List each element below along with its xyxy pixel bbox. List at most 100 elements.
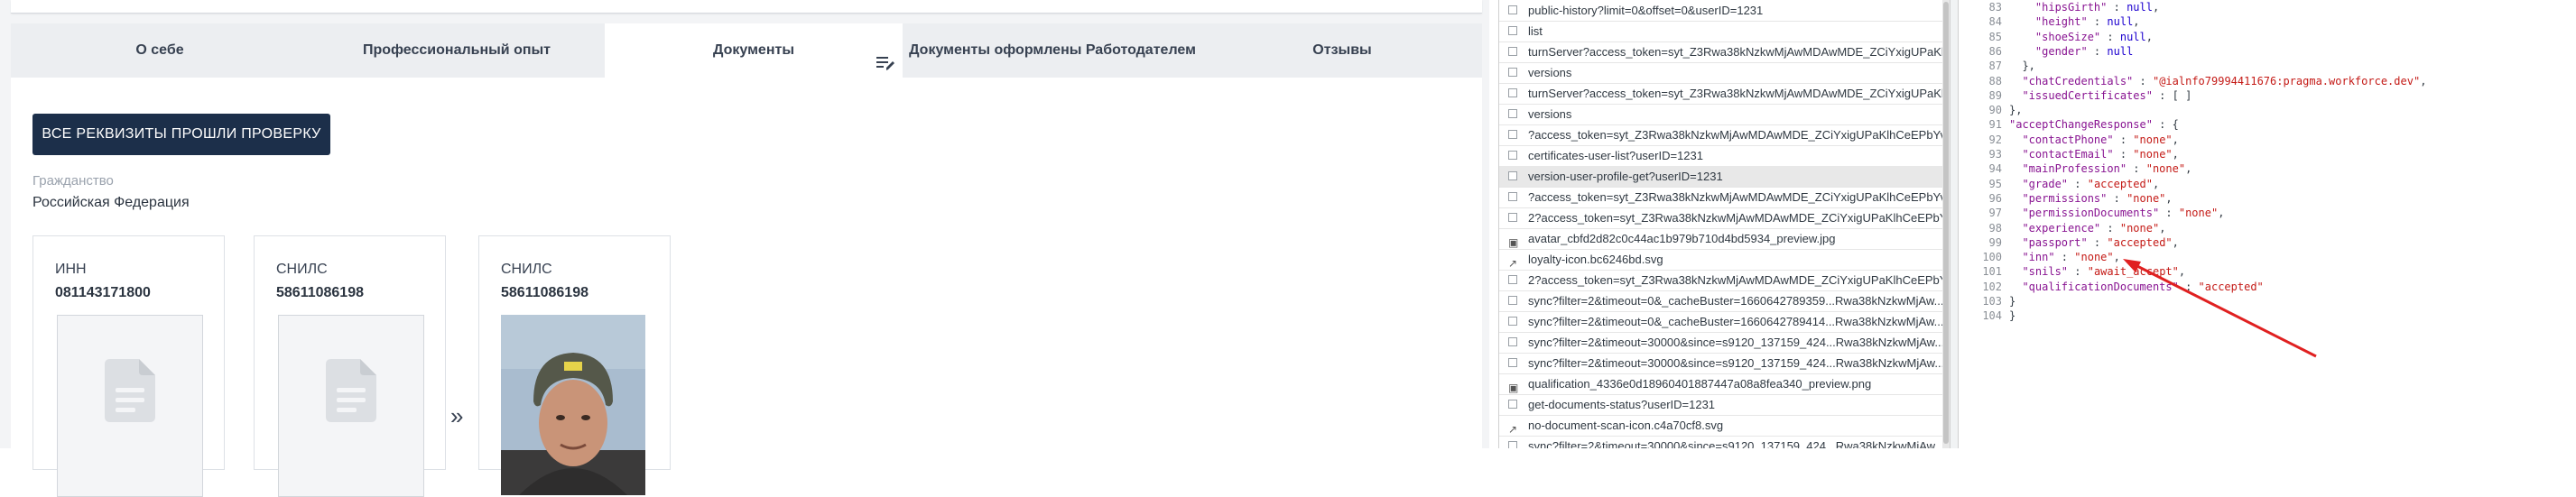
request-checkbox[interactable] [1508,5,1517,14]
request-name: ?access_token=syt_Z3Rwa38kNzkwMjAwMDAwMD… [1528,128,1951,142]
network-request-row[interactable]: sync?filter=2&timeout=0&_cacheBuster=166… [1499,311,1951,333]
line-number: 100 [1982,251,2002,264]
line-number: 91 [1988,118,2002,132]
request-name: versions [1528,66,1572,79]
request-name: sync?filter=2&timeout=30000&since=s9120_… [1528,439,1945,448]
request-checkbox[interactable] [1508,358,1517,367]
request-checkbox[interactable] [1508,26,1517,35]
network-request-row[interactable]: versions [1499,62,1951,84]
profile-tabs: О себе Профессиональный опыт Документы Д… [11,23,1482,78]
tab-reviews[interactable]: Отзывы [1202,23,1482,78]
request-checkbox[interactable] [1508,109,1517,118]
network-request-row[interactable]: ?access_token=syt_Z3Rwa38kNzkwMjAwMDAwMD… [1499,187,1951,208]
edit-list-icon[interactable] [876,41,895,70]
code-line: 93 "contactEmail" : "none", [1959,148,2576,161]
tab-about[interactable]: О себе [11,23,309,78]
network-request-row[interactable]: 2?access_token=syt_Z3Rwa38kNzkwMjAwMDAwM… [1499,270,1951,291]
tab-experience[interactable]: Профессиональный опыт [309,23,605,78]
code-line: 89 "issuedCertificates" : [ ] [1959,89,2576,103]
request-name: list [1528,24,1543,38]
line-number: 86 [1988,44,2002,58]
network-request-row[interactable]: list [1499,21,1951,42]
network-request-row[interactable]: get-documents-status?userID=1231 [1499,394,1951,416]
network-request-row[interactable]: 2?access_token=syt_Z3Rwa38kNzkwMjAwMDAwM… [1499,207,1951,229]
svg-file-icon: ↗ [1508,423,1518,436]
line-number: 90 [1988,104,2002,117]
network-request-row[interactable]: ?access_token=syt_Z3Rwa38kNzkwMjAwMDAwMD… [1499,124,1951,146]
request-checkbox[interactable] [1508,151,1517,160]
tab-employer-documents[interactable]: Документы оформлены Работодателем [903,23,1202,78]
code-line: 84 "height" : null, [1959,15,2576,29]
code-line: 102 "qualificationDocuments" : "accepted… [1959,281,2576,294]
network-request-row[interactable]: sync?filter=2&timeout=0&_cacheBuster=166… [1499,290,1951,312]
request-checkbox[interactable] [1508,400,1517,409]
network-request-row[interactable]: sync?filter=2&timeout=30000&since=s9120_… [1499,436,1951,448]
code-line: 94 "mainProfession" : "none", [1959,162,2576,176]
request-name: 2?access_token=syt_Z3Rwa38kNzkwMjAwMDAwM… [1528,211,1951,225]
request-checkbox[interactable] [1508,213,1517,222]
request-name: ?access_token=syt_Z3Rwa38kNzkwMjAwMDAwMD… [1528,190,1951,204]
request-checkbox[interactable] [1508,296,1517,305]
tab-documents[interactable]: Документы [605,23,903,78]
document-card-snils[interactable]: СНИЛС 58611086198 [254,235,446,497]
network-request-row[interactable]: sync?filter=2&timeout=30000&since=s9120_… [1499,332,1951,354]
line-number: 85 [1988,30,2002,43]
network-request-row[interactable]: sync?filter=2&timeout=30000&since=s9120_… [1499,353,1951,374]
request-checkbox[interactable] [1508,275,1517,284]
line-number: 95 [1988,177,2002,190]
network-request-row[interactable]: versions [1499,104,1951,125]
document-photo[interactable] [501,315,645,495]
line-number: 96 [1988,191,2002,205]
network-request-row[interactable]: turnServer?access_token=syt_Z3Rwa38kNzkw… [1499,83,1951,105]
image-file-icon: ▣ [1508,236,1519,249]
request-name: sync?filter=2&timeout=30000&since=s9120_… [1528,356,1945,370]
request-name: certificates-user-list?userID=1231 [1528,149,1703,162]
all-verified-button[interactable]: ВСЕ РЕКВИЗИТЫ ПРОШЛИ ПРОВЕРКУ [32,114,330,155]
request-checkbox[interactable] [1508,171,1517,180]
code-line: 95 "grade" : "accepted", [1959,178,2576,191]
code-line: 92 "contactPhone" : "none", [1959,133,2576,147]
network-request-row[interactable]: turnServer?access_token=syt_Z3Rwa38kNzkw… [1499,41,1951,63]
code-text: "hipsGirth" : null, [2034,1,2160,14]
code-text: "chatCredentials" : "@ialnfo79994411676:… [2022,74,2427,87]
line-number: 98 [1988,221,2002,235]
request-checkbox[interactable] [1508,88,1517,97]
network-request-row[interactable]: ↗ loyalty-icon.bc6246bd.svg [1499,249,1951,271]
code-text: "height" : null, [2034,15,2140,29]
code-text: } [2009,309,2016,323]
next-documents-arrow[interactable]: » [450,402,463,430]
tab-documents-label: Документы [713,42,794,58]
request-checkbox[interactable] [1508,68,1517,77]
request-name: get-documents-status?userID=1231 [1528,398,1716,411]
request-name: turnServer?access_token=syt_Z3Rwa38kNzkw… [1528,45,1951,59]
request-checkbox[interactable] [1508,337,1517,346]
code-text: "issuedCertificates" : [ ] [2022,88,2192,102]
network-request-row[interactable]: ▣ qualification_4336e0d18960401887447a08a… [1499,373,1951,395]
document-card-inn[interactable]: ИНН 081143171800 [32,235,225,497]
response-viewer: 83 "hipsGirth" : null, 84 "height" : null… [1959,0,2576,448]
code-text: "gender" : null [2034,44,2134,58]
header-card [11,0,1482,14]
request-checkbox[interactable] [1508,441,1517,448]
code-line: 91 "acceptChangeResponse" : { [1959,118,2576,132]
network-request-row[interactable]: version-user-profile-get?userID=1231 [1499,166,1951,188]
network-request-row[interactable]: certificates-user-list?userID=1231 [1499,145,1951,167]
document-placeholder[interactable] [278,315,424,497]
citizenship-value: Российская Федерация [32,195,190,210]
network-request-row[interactable]: ▣ avatar_cbfd2d82c0c44ac1b979b710d4bd5934… [1499,228,1951,250]
code-line: 104} [1959,309,2576,323]
document-number: 58611086198 [501,285,588,300]
request-checkbox[interactable] [1508,317,1517,326]
documents-content: ВСЕ РЕКВИЗИТЫ ПРОШЛИ ПРОВЕРКУ Гражданств… [11,78,1482,497]
network-scrollbar-thumb[interactable] [1943,2,1949,444]
network-request-row[interactable]: public-history?limit=0&offset=0&userID=1… [1499,0,1951,22]
request-checkbox[interactable] [1508,47,1517,56]
request-checkbox[interactable] [1508,192,1517,201]
request-name: sync?filter=2&timeout=30000&since=s9120_… [1528,336,1945,349]
request-checkbox[interactable] [1508,130,1517,139]
network-request-row[interactable]: ↗ no-document-scan-icon.c4a70cf8.svg [1499,415,1951,437]
panel-resize-handle[interactable] [1950,0,1959,448]
document-card-snils-photo[interactable]: СНИЛС 58611086198 [478,235,671,495]
document-placeholder[interactable] [57,315,203,497]
code-text: "qualificationDocuments" : "accepted" [2022,280,2264,293]
